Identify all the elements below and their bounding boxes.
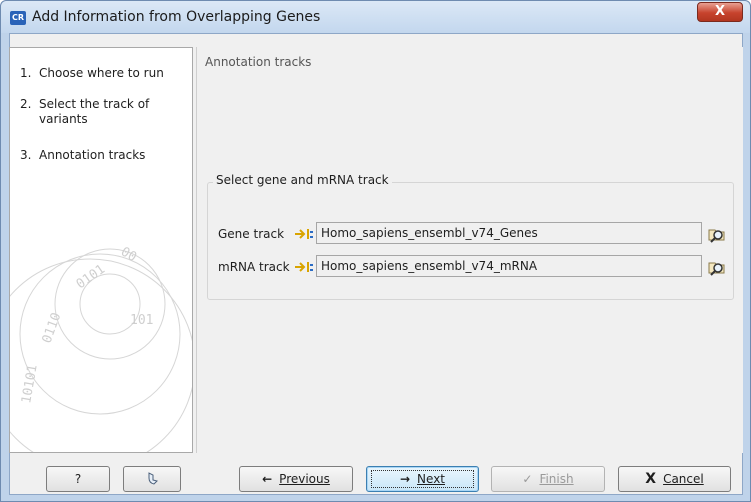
step-number: 2.: [20, 97, 32, 111]
close-button[interactable]: X: [697, 2, 743, 22]
cancel-button[interactable]: X Cancel: [618, 466, 731, 492]
cancel-x-icon: X: [645, 471, 657, 487]
step-label: Annotation tracks: [39, 148, 146, 162]
svg-text:10101: 10101: [19, 364, 41, 405]
previous-button[interactable]: ← Previous: [239, 466, 353, 492]
group-title: Select gene and mRNA track: [213, 173, 392, 187]
wizard-steps-panel: 1. Choose where to run 2. Select the track…: [9, 47, 193, 453]
content-header: Annotation tracks: [205, 55, 312, 69]
step-number: 1.: [20, 66, 32, 80]
app-icon: CR: [10, 11, 26, 25]
svg-text:101: 101: [130, 313, 153, 328]
check-icon: ✓: [522, 472, 533, 486]
track-arrow-icon: [295, 262, 313, 272]
track-arrow-icon: [295, 229, 313, 239]
step-choose-where-to-run: 1. Choose where to run: [20, 66, 179, 81]
cancel-label: Cancel: [663, 472, 704, 486]
window-title: Add Information from Overlapping Genes: [32, 9, 321, 25]
step-label: Select the track of variants: [39, 97, 150, 126]
reset-icon: [148, 472, 158, 485]
reset-button[interactable]: [123, 466, 181, 492]
gene-track-field[interactable]: Homo_sapiens_ensembl_v74_Genes: [316, 222, 702, 244]
svg-text:0101: 0101: [74, 262, 108, 292]
step-number: 3.: [20, 148, 32, 162]
focus-ring: [371, 470, 474, 488]
title-bar[interactable]: CR Add Information from Overlapping Gene…: [1, 1, 750, 33]
next-button[interactable]: → Next: [366, 466, 479, 492]
finish-button[interactable]: ✓ Finish: [491, 466, 605, 492]
mrna-track-label: mRNA track: [218, 260, 290, 274]
step-select-track-of-variants: 2. Select the track of variants: [20, 97, 159, 127]
finish-label: Finish: [539, 472, 574, 486]
gene-track-label: Gene track: [218, 227, 285, 241]
previous-label: Previous: [279, 472, 330, 486]
mrna-track-field[interactable]: Homo_sapiens_ensembl_v74_mRNA: [316, 255, 702, 277]
help-button[interactable]: ?: [46, 466, 110, 492]
arrow-left-icon: ←: [262, 472, 273, 486]
step-label: Choose where to run: [39, 66, 164, 80]
browse-icon[interactable]: [707, 224, 727, 244]
binary-spiral-watermark-icon: 0101 0110 00 10101 101: [10, 244, 192, 452]
browse-icon[interactable]: [707, 257, 727, 277]
help-label: ?: [74, 472, 82, 486]
step-annotation-tracks: 3. Annotation tracks: [20, 148, 179, 163]
